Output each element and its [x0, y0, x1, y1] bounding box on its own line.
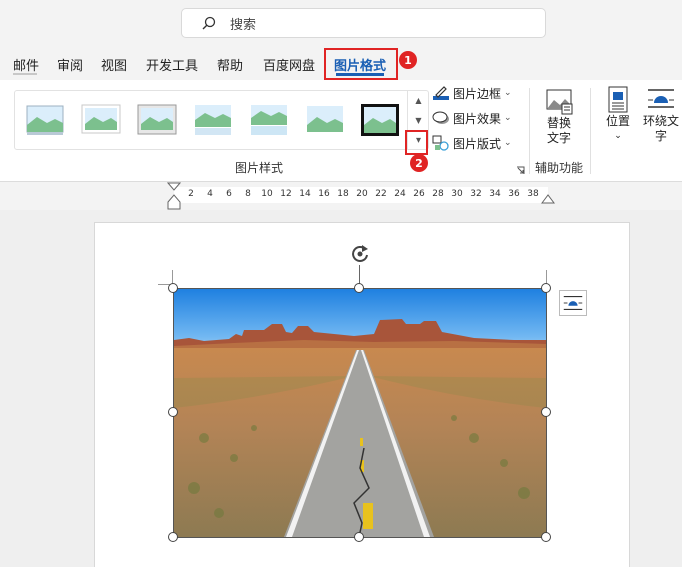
- ruler-tick: 8: [245, 189, 251, 199]
- ruler-tick: 18: [337, 189, 349, 199]
- position-icon: [608, 86, 628, 113]
- resize-handle-left[interactable]: [168, 407, 178, 417]
- layout-icon: [432, 135, 449, 151]
- style-thumb-6[interactable]: [305, 103, 345, 137]
- tab-view[interactable]: 视图: [101, 55, 127, 74]
- gallery-up-button[interactable]: ▲: [408, 90, 429, 110]
- picture-styles-gallery: [14, 90, 429, 150]
- tab-mail[interactable]: 邮件: [13, 55, 39, 74]
- style-thumb-4[interactable]: [193, 103, 233, 137]
- wrap-text-button[interactable]: 环绕文 字: [640, 86, 682, 144]
- resize-handle-bottom-right[interactable]: [541, 532, 551, 542]
- ruler-tick: 10: [261, 189, 273, 199]
- ruler-tick: 16: [318, 189, 330, 199]
- style-thumb-1[interactable]: [25, 103, 65, 137]
- resize-handle-bottom[interactable]: [354, 532, 364, 542]
- ruler-tick: 12: [280, 189, 292, 199]
- rotate-handle-icon[interactable]: [349, 243, 371, 265]
- tab-hover-underline: [13, 73, 37, 75]
- style-thumb-3[interactable]: [137, 103, 177, 137]
- pen-border-icon: [433, 86, 449, 100]
- effects-icon: [432, 111, 449, 124]
- layout-options-button[interactable]: [559, 290, 587, 316]
- ribbon-panel: ▲ ▼ ▾ 图片边框 ⌄ 图片效果 ⌄ 图片版式 ⌄ 图片样式 替换 文字 辅助功能 …: [0, 80, 682, 182]
- tab-review[interactable]: 审阅: [57, 55, 83, 74]
- search-box[interactable]: 搜索: [181, 8, 546, 38]
- desert-road-photo[interactable]: [174, 288, 546, 537]
- title-bar: 搜索: [0, 0, 682, 46]
- resize-handle-bottom-left[interactable]: [168, 532, 178, 542]
- ruler-tick: 22: [375, 189, 387, 199]
- ruler-tick: 4: [207, 189, 213, 199]
- picture-border-button[interactable]: 图片边框 ⌄: [432, 83, 512, 103]
- position-button[interactable]: 位置 ⌄: [600, 86, 636, 144]
- style-thumb-2[interactable]: [81, 103, 121, 137]
- tab-developer[interactable]: 开发工具: [146, 55, 198, 74]
- group-separator: [590, 88, 591, 174]
- resize-handle-top-left[interactable]: [168, 283, 178, 293]
- resize-handle-right[interactable]: [541, 407, 551, 417]
- picture-layout-button[interactable]: 图片版式 ⌄: [432, 133, 512, 153]
- ruler-tick: 28: [432, 189, 444, 199]
- group-label-picture-styles: 图片样式: [235, 161, 284, 175]
- alt-text-button[interactable]: 替换 文字: [536, 88, 582, 146]
- ruler-tick: 36: [508, 189, 520, 199]
- ruler-tick: 34: [489, 189, 501, 199]
- group-label-accessibility: 辅助功能: [535, 161, 584, 175]
- gallery-down-button[interactable]: ▼: [408, 110, 429, 130]
- layout-options-icon: [563, 295, 583, 311]
- style-thumb-7-selected[interactable]: [360, 103, 400, 137]
- ruler-tick: 24: [394, 189, 406, 199]
- style-thumb-5[interactable]: [249, 103, 289, 137]
- ruler-tick: 26: [413, 189, 425, 199]
- ruler-tick: 30: [451, 189, 463, 199]
- step-badge-2: 2: [410, 154, 428, 172]
- group-separator: [529, 88, 530, 174]
- search-placeholder: 搜索: [230, 17, 257, 33]
- alt-text-icon: [546, 89, 573, 115]
- tab-baidu-netdisk[interactable]: 百度网盘: [263, 55, 315, 74]
- right-indent-marker-icon[interactable]: [541, 192, 555, 204]
- ruler-tick: 6: [226, 189, 232, 199]
- highlight-box-tab: [324, 48, 398, 80]
- indent-marker-icon[interactable]: [167, 182, 181, 210]
- ruler-tick: 32: [470, 189, 482, 199]
- horizontal-ruler: 2 4 6 8 10 12 14 16 18 20 22 24 26 28 30…: [0, 182, 682, 210]
- rotation-connector: [359, 265, 360, 285]
- picture-effects-button[interactable]: 图片效果 ⌄: [432, 108, 512, 128]
- ruler-tick: 20: [356, 189, 368, 199]
- wrap-text-icon: [648, 89, 674, 108]
- resize-handle-top[interactable]: [354, 283, 364, 293]
- resize-handle-top-right[interactable]: [541, 283, 551, 293]
- ruler-tick: 38: [527, 189, 539, 199]
- highlight-box-gallery-more: [405, 130, 428, 155]
- step-badge-1: 1: [399, 51, 417, 69]
- ruler-tick: 2: [188, 189, 194, 199]
- dialog-launcher-icon[interactable]: [516, 166, 525, 175]
- ruler-tick: 14: [299, 189, 311, 199]
- search-icon: [202, 16, 216, 30]
- tab-help[interactable]: 帮助: [217, 55, 243, 74]
